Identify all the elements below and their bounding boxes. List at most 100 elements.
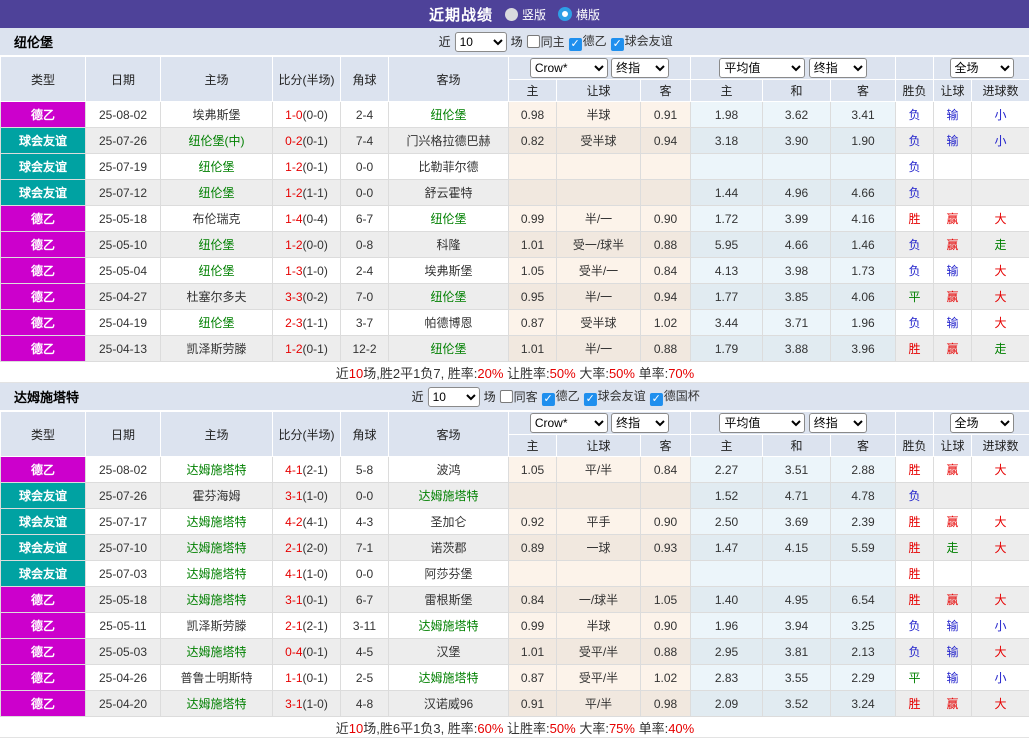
column-header: 类型 xyxy=(1,57,86,102)
handicap-result: 赢 xyxy=(934,232,972,258)
match-date: 25-07-12 xyxy=(86,180,161,206)
avg-home-odds: 1.96 xyxy=(691,613,763,639)
radio-horizontal-layout[interactable]: 横版 xyxy=(558,6,600,23)
column-header: 类型 xyxy=(1,412,86,457)
handicap-result: 赢 xyxy=(934,509,972,535)
crow-away-odds: 1.02 xyxy=(641,310,691,336)
column-header: 日期 xyxy=(86,57,161,102)
crow-away-odds: 0.94 xyxy=(641,284,691,310)
avg-draw-odds: 3.81 xyxy=(763,639,831,665)
score-cell: 2-1(2-0) xyxy=(273,535,341,561)
home-team: 埃弗斯堡 xyxy=(161,102,273,128)
home-team: 达姆施塔特 xyxy=(161,535,273,561)
average-select[interactable]: 平均值 xyxy=(719,58,805,78)
match-row: 球会友谊25-07-19纽伦堡1-2(0-1)0-0比勒菲尔德负 xyxy=(1,154,1029,180)
fullmatch-select[interactable]: 全场 xyxy=(950,413,1014,433)
filter-checkbox[interactable]: ✓球会友谊 xyxy=(584,387,646,406)
match-date: 25-05-10 xyxy=(86,232,161,258)
match-date: 25-05-11 xyxy=(86,613,161,639)
avg-away-odds: 6.54 xyxy=(831,587,896,613)
match-date: 25-04-20 xyxy=(86,691,161,717)
crow-odds-stage-select[interactable]: 终指 xyxy=(611,58,669,78)
match-date: 25-05-18 xyxy=(86,206,161,232)
crow-home-odds: 0.82 xyxy=(509,128,557,154)
match-row: 德乙25-05-18布伦瑞克1-4(0-4)6-7纽伦堡0.99半/一0.901… xyxy=(1,206,1029,232)
crow-home-odds xyxy=(509,180,557,206)
goals-result xyxy=(972,561,1029,587)
avg-sub-header: 主 xyxy=(691,435,763,457)
filter-checkbox[interactable]: 同客 xyxy=(500,388,538,405)
corner-count: 4-8 xyxy=(341,691,389,717)
crow-home-odds: 0.87 xyxy=(509,665,557,691)
checkbox-checked-icon[interactable]: ✓ xyxy=(569,38,582,51)
home-team: 布伦瑞克 xyxy=(161,206,273,232)
match-date: 25-07-19 xyxy=(86,154,161,180)
handicap-result: 输 xyxy=(934,665,972,691)
filter-checkbox[interactable]: 同主 xyxy=(527,33,565,50)
crow-handicap: 受平/半 xyxy=(557,665,641,691)
avg-odds-stage-select[interactable]: 终指 xyxy=(809,58,867,78)
bookmaker-select[interactable]: Crow* xyxy=(530,58,608,78)
match-date: 25-04-13 xyxy=(86,336,161,362)
match-date: 25-07-26 xyxy=(86,128,161,154)
avg-home-odds xyxy=(691,561,763,587)
crow-handicap xyxy=(557,154,641,180)
checkbox-unchecked-icon[interactable] xyxy=(500,390,513,403)
match-type-badge: 德乙 xyxy=(1,587,86,613)
avg-draw-odds xyxy=(763,154,831,180)
avg-home-odds: 1.40 xyxy=(691,587,763,613)
fulltime-score: 1-2 xyxy=(285,238,302,252)
match-count-select[interactable]: 10 xyxy=(428,387,480,407)
match-row: 德乙25-04-20达姆施塔特3-1(1-0)4-8汉诺威960.91平/半0.… xyxy=(1,691,1029,717)
crow-handicap: 一球 xyxy=(557,535,641,561)
match-date: 25-07-10 xyxy=(86,535,161,561)
match-type-badge: 德乙 xyxy=(1,665,86,691)
radio-vertical-layout[interactable]: 竖版 xyxy=(505,6,546,23)
crow-odds-stage-select[interactable]: 终指 xyxy=(611,413,669,433)
avg-draw-odds: 3.62 xyxy=(763,102,831,128)
corner-count: 6-7 xyxy=(341,587,389,613)
bookmaker-select[interactable]: Crow* xyxy=(530,413,608,433)
avg-away-odds: 5.59 xyxy=(831,535,896,561)
filter-checkbox[interactable]: ✓德乙 xyxy=(542,387,580,406)
checkbox-checked-icon[interactable]: ✓ xyxy=(584,393,597,406)
match-count-select[interactable]: 10 xyxy=(455,32,507,52)
match-row: 德乙25-05-04纽伦堡1-3(1-0)2-4埃弗斯堡1.05受半/一0.84… xyxy=(1,258,1029,284)
radio-horizontal-icon[interactable] xyxy=(558,7,572,21)
goals-result: 小 xyxy=(972,613,1029,639)
goals-result: 小 xyxy=(972,665,1029,691)
radio-vertical-icon[interactable] xyxy=(505,8,518,21)
halftime-score: (0-2) xyxy=(303,290,328,304)
match-type-badge: 球会友谊 xyxy=(1,128,86,154)
filter-checkbox[interactable]: ✓球会友谊 xyxy=(611,32,673,51)
match-type-badge: 德乙 xyxy=(1,232,86,258)
checkbox-unchecked-icon[interactable] xyxy=(527,35,540,48)
corner-count: 12-2 xyxy=(341,336,389,362)
win-lose-result: 胜 xyxy=(896,457,934,483)
avg-home-odds: 3.44 xyxy=(691,310,763,336)
filter-checkbox[interactable]: ✓德国杯 xyxy=(650,387,700,406)
avg-home-odds xyxy=(691,154,763,180)
avg-odds-stage-select[interactable]: 终指 xyxy=(809,413,867,433)
fulltime-score: 1-2 xyxy=(285,160,302,174)
goals-result: 走 xyxy=(972,336,1029,362)
crow-home-odds xyxy=(509,483,557,509)
average-select[interactable]: 平均值 xyxy=(719,413,805,433)
checkbox-checked-icon[interactable]: ✓ xyxy=(542,393,555,406)
avg-draw-odds: 3.51 xyxy=(763,457,831,483)
halftime-score: (0-1) xyxy=(303,160,328,174)
fullmatch-select[interactable]: 全场 xyxy=(950,58,1014,78)
avg-home-odds: 1.52 xyxy=(691,483,763,509)
crow-home-odds: 0.98 xyxy=(509,102,557,128)
crow-away-odds: 0.90 xyxy=(641,509,691,535)
checkbox-checked-icon[interactable]: ✓ xyxy=(650,393,663,406)
crow-handicap: 半/一 xyxy=(557,206,641,232)
goals-result: 大 xyxy=(972,509,1029,535)
match-type-badge: 德乙 xyxy=(1,457,86,483)
team-sections: 纽伦堡近10场同主✓德乙✓球会友谊类型日期主场比分(半场)角球客场Crow* 终… xyxy=(0,28,1029,738)
match-row: 德乙25-05-18达姆施塔特3-1(0-1)6-7雷根斯堡0.84一/球半1.… xyxy=(1,587,1029,613)
summary-stat-label: 场,胜2平1负7, 胜率: xyxy=(363,366,477,381)
win-lose-result: 负 xyxy=(896,613,934,639)
filter-checkbox[interactable]: ✓德乙 xyxy=(569,32,607,51)
checkbox-checked-icon[interactable]: ✓ xyxy=(611,38,624,51)
